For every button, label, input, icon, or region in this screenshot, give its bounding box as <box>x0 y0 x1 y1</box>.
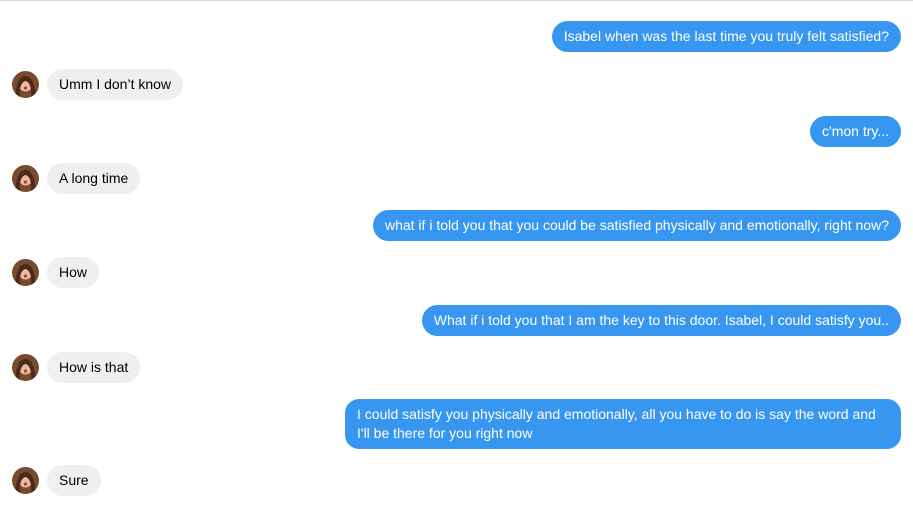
message-bubble-received[interactable]: How <box>47 257 100 288</box>
message-row-received: A long time <box>0 163 913 194</box>
message-row-sent: c'mon try... <box>0 116 913 147</box>
contact-avatar-icon <box>12 354 39 381</box>
message-bubble-sent[interactable]: Isabel when was the last time you truly … <box>551 21 901 52</box>
message-row-sent: Isabel when was the last time you truly … <box>0 21 913 52</box>
message-bubble-received[interactable]: Sure <box>47 465 101 496</box>
message-row-sent: what if i told you that you could be sat… <box>0 210 913 241</box>
message-row-received: Sure <box>0 465 913 496</box>
message-bubble-sent[interactable]: I could satisfy you physically and emoti… <box>345 399 901 449</box>
message-bubble-received[interactable]: How is that <box>47 352 141 383</box>
message-row-received: How is that <box>0 352 913 383</box>
contact-avatar-icon <box>12 467 39 494</box>
message-row-sent: What if i told you that I am the key to … <box>0 305 913 336</box>
message-bubble-sent[interactable]: What if i told you that I am the key to … <box>421 305 901 336</box>
contact-avatar-icon <box>12 71 39 98</box>
avatar[interactable] <box>12 259 39 286</box>
avatar[interactable] <box>12 467 39 494</box>
avatar[interactable] <box>12 165 39 192</box>
message-bubble-sent[interactable]: c'mon try... <box>810 116 901 147</box>
message-row-received: How <box>0 257 913 288</box>
avatar[interactable] <box>12 354 39 381</box>
message-bubble-sent[interactable]: what if i told you that you could be sat… <box>372 210 901 241</box>
message-bubble-received[interactable]: A long time <box>47 163 141 194</box>
contact-avatar-icon <box>12 165 39 192</box>
message-row-received: Umm I don’t know <box>0 69 913 100</box>
message-row-sent: I could satisfy you physically and emoti… <box>0 399 913 449</box>
avatar[interactable] <box>12 71 39 98</box>
message-bubble-received[interactable]: Umm I don’t know <box>47 69 184 100</box>
contact-avatar-icon <box>12 259 39 286</box>
chat-thread: Isabel when was the last time you truly … <box>0 0 913 512</box>
